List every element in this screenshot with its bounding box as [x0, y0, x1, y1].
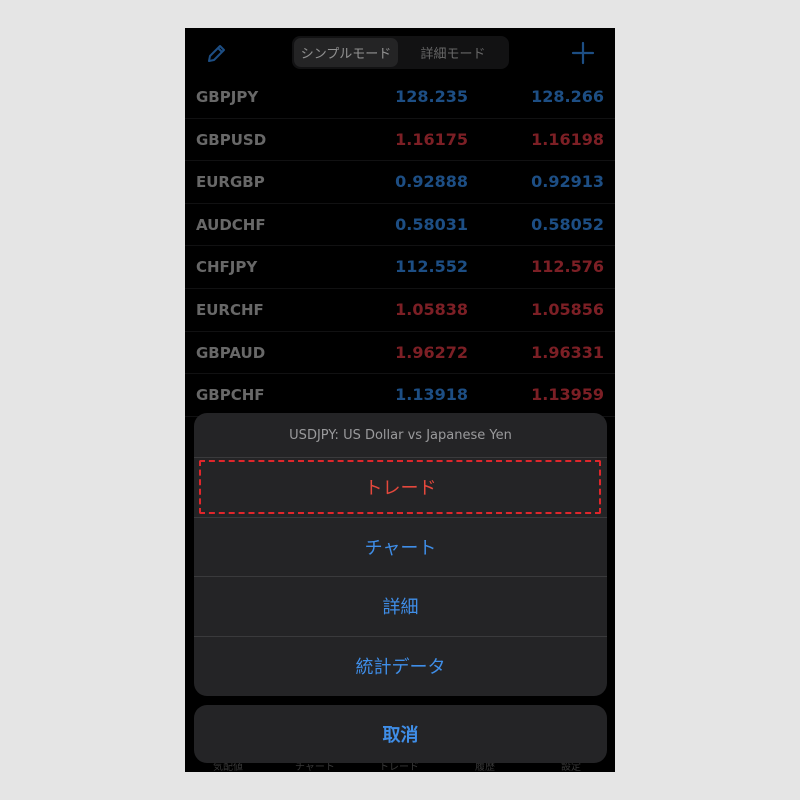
chart-action-button[interactable]: チャート — [194, 518, 607, 577]
trade-action-button[interactable]: トレード — [194, 458, 607, 518]
phone-screen: シンプルモード 詳細モード GBPJPY 128.235 128.266 GBP… — [185, 28, 615, 772]
trade-action-label: トレード — [364, 478, 437, 500]
statistics-action-label: 統計データ — [355, 657, 446, 679]
detail-action-button[interactable]: 詳細 — [194, 577, 607, 637]
cancel-button[interactable]: 取消 — [194, 705, 607, 763]
cancel-label: 取消 — [382, 725, 419, 746]
detail-action-label: 詳細 — [382, 597, 419, 619]
statistics-action-button[interactable]: 統計データ — [194, 637, 607, 697]
chart-action-label: チャート — [364, 537, 437, 559]
action-sheet: USDJPY: US Dollar vs Japanese Yen トレード チ… — [194, 413, 607, 696]
action-sheet-title: USDJPY: US Dollar vs Japanese Yen — [194, 413, 607, 458]
